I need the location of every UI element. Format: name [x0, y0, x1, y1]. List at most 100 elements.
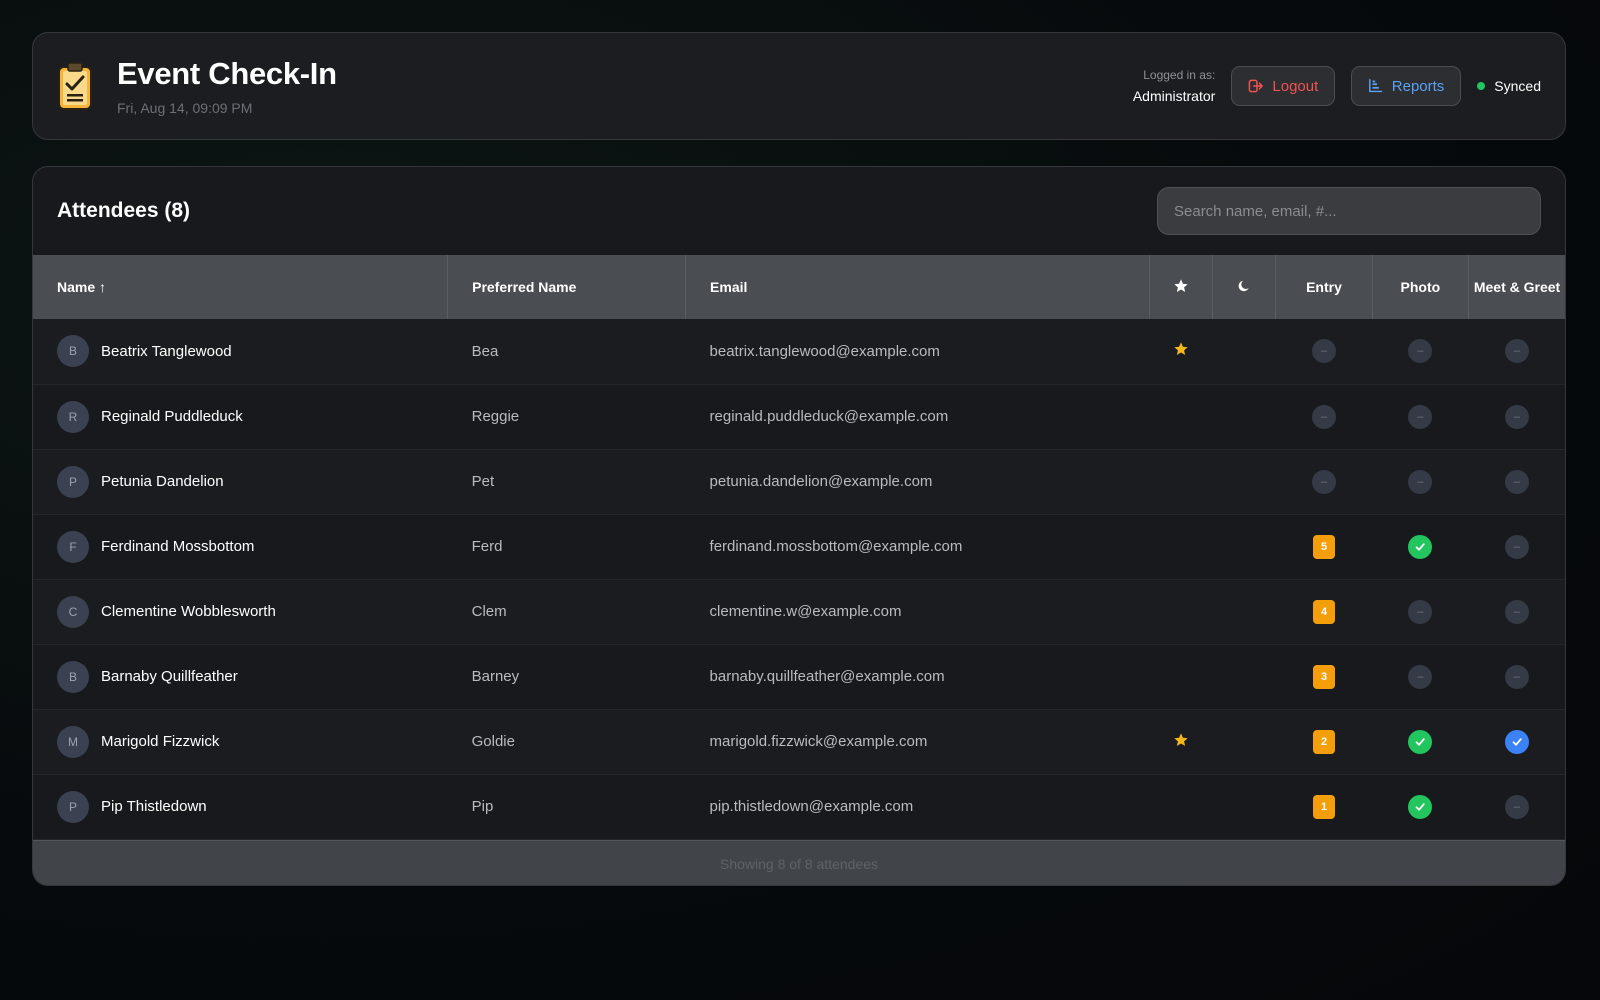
vip-cell — [1149, 514, 1212, 579]
entry-status-toggle[interactable]: – — [1312, 469, 1336, 494]
photo-checked-icon[interactable] — [1408, 794, 1433, 819]
night-cell — [1213, 709, 1276, 774]
page-title: Event Check-In — [117, 56, 337, 91]
column-header-meet-greet[interactable]: Meet & Greet — [1469, 255, 1565, 319]
column-header-email[interactable]: Email — [685, 255, 1150, 319]
name-cell: B Barnaby Quillfeather — [33, 644, 448, 709]
entry-number-badge[interactable]: 4 — [1313, 599, 1335, 624]
name-cell: C Clementine Wobblesworth — [33, 579, 448, 644]
attendees-panel: Attendees (8) Name ↑ Preferred Name Emai… — [32, 166, 1566, 886]
attendee-name[interactable]: Reginald Puddleduck — [101, 408, 243, 425]
photo-checked-icon[interactable] — [1408, 534, 1433, 559]
table-row[interactable]: P Petunia Dandelion Pet petunia.dandelion@e… — [33, 449, 1565, 514]
photo-cell: – — [1372, 319, 1468, 384]
table-row[interactable]: P Pip Thistledown Pip pip.thistledown@examp… — [33, 774, 1565, 839]
table-footer: Showing 8 of 8 attendees — [33, 839, 1565, 885]
attendee-name[interactable]: Pip Thistledown — [101, 798, 207, 815]
sync-status-label: Synced — [1494, 78, 1541, 94]
email-cell: ferdinand.mossbottom@example.com — [709, 538, 963, 555]
night-cell — [1213, 449, 1276, 514]
vip-cell — [1149, 644, 1212, 709]
column-header-name[interactable]: Name ↑ — [33, 255, 449, 319]
entry-cell: 4 — [1276, 579, 1372, 644]
meet-greet-cell: – — [1469, 579, 1565, 644]
preferred-name-cell: Reggie — [471, 408, 520, 425]
entry-number-badge[interactable]: 2 — [1313, 729, 1335, 754]
table-row[interactable]: M Marigold Fizzwick Goldie marigold.fizzwic… — [33, 709, 1565, 774]
star-icon[interactable] — [1173, 732, 1189, 752]
entry-status-toggle[interactable]: – — [1312, 404, 1336, 429]
column-header-entry[interactable]: Entry — [1275, 255, 1373, 319]
photo-status-toggle[interactable]: – — [1408, 599, 1433, 624]
clipboard-check-icon — [58, 62, 92, 110]
meet-status-toggle[interactable]: – — [1504, 534, 1529, 559]
photo-status-toggle[interactable]: – — [1408, 404, 1433, 429]
meet-status-toggle[interactable]: – — [1504, 664, 1529, 689]
attendee-name[interactable]: Barnaby Quillfeather — [101, 668, 238, 685]
email-cell: pip.thistledown@example.com — [709, 798, 914, 815]
app-header: Event Check-In Fri, Aug 14, 09:09 PM Log… — [32, 32, 1566, 140]
avatar: B — [57, 335, 89, 368]
column-header-preferred-name[interactable]: Preferred Name — [447, 255, 687, 319]
vip-cell — [1149, 709, 1212, 774]
photo-status-toggle[interactable]: – — [1408, 339, 1433, 364]
attendee-name[interactable]: Petunia Dandelion — [101, 473, 224, 490]
reports-label: Reports — [1391, 77, 1445, 95]
avatar: B — [57, 660, 89, 693]
table-row[interactable]: B Barnaby Quillfeather Barney barnaby.quill… — [33, 644, 1565, 709]
email-cell: reginald.puddleduck@example.com — [709, 408, 949, 425]
table-row[interactable]: R Reginald Puddleduck Reggie reginald.puddl… — [33, 384, 1565, 449]
meet-status-toggle[interactable]: – — [1504, 469, 1529, 494]
attendee-name[interactable]: Beatrix Tanglewood — [101, 343, 232, 360]
attendee-name[interactable]: Marigold Fizzwick — [101, 733, 219, 750]
meet-checked-icon[interactable] — [1504, 729, 1529, 754]
meet-status-toggle[interactable]: – — [1504, 404, 1529, 429]
vip-cell — [1149, 449, 1212, 514]
column-header-photo[interactable]: Photo — [1372, 255, 1470, 319]
meet-status-toggle[interactable]: – — [1504, 339, 1529, 364]
name-cell: P Pip Thistledown — [33, 774, 448, 839]
photo-status-toggle[interactable]: – — [1408, 469, 1433, 494]
attendee-name[interactable]: Clementine Wobblesworth — [101, 603, 276, 620]
photo-checked-icon[interactable] — [1408, 729, 1433, 754]
entry-number-badge[interactable]: 1 — [1313, 794, 1335, 819]
meet-greet-cell: – — [1469, 319, 1565, 384]
column-header-vip[interactable] — [1149, 255, 1214, 319]
attendees-table: Name ↑ Preferred Name Email Entry Photo … — [33, 255, 1565, 840]
night-cell — [1213, 774, 1276, 839]
photo-status-toggle[interactable]: – — [1408, 664, 1433, 689]
email-cell: clementine.w@example.com — [709, 603, 902, 620]
logout-button[interactable]: Logout — [1231, 66, 1336, 106]
attendees-toolbar: Attendees (8) — [33, 167, 1565, 255]
meet-greet-cell: – — [1469, 384, 1565, 449]
avatar: C — [57, 595, 89, 628]
star-icon[interactable] — [1173, 341, 1189, 361]
photo-cell — [1372, 709, 1468, 774]
attendee-name[interactable]: Ferdinand Mossbottom — [101, 538, 254, 555]
email-cell: beatrix.tanglewood@example.com — [709, 342, 940, 360]
sync-status: Synced — [1477, 78, 1541, 94]
entry-cell: – — [1276, 384, 1372, 449]
table-row[interactable]: F Ferdinand Mossbottom Ferd ferdinand.mossb… — [33, 514, 1565, 579]
meet-status-toggle[interactable]: – — [1504, 599, 1529, 624]
header-actions: Logged in as: Administrator Logout Repor… — [1133, 66, 1541, 106]
search-input[interactable] — [1157, 187, 1541, 235]
meet-greet-cell: – — [1469, 514, 1565, 579]
entry-number-badge[interactable]: 5 — [1313, 534, 1335, 559]
entry-number-badge[interactable]: 3 — [1313, 664, 1335, 689]
entry-cell: 2 — [1276, 709, 1372, 774]
table-row[interactable]: C Clementine Wobblesworth Clem clementine.w… — [33, 579, 1565, 644]
meet-greet-cell: – — [1469, 774, 1565, 839]
vip-cell — [1149, 319, 1212, 384]
entry-status-toggle[interactable]: – — [1312, 339, 1336, 364]
column-header-night[interactable] — [1212, 255, 1277, 319]
vip-cell — [1149, 774, 1212, 839]
sync-dot-icon — [1477, 82, 1486, 90]
reports-button[interactable]: Reports — [1351, 66, 1462, 106]
night-cell — [1213, 579, 1276, 644]
name-cell: P Petunia Dandelion — [33, 449, 448, 514]
meet-status-toggle[interactable]: – — [1504, 794, 1529, 819]
bar-chart-icon — [1369, 78, 1383, 93]
table-row[interactable]: B Beatrix Tanglewood Bea beatrix.tanglewood… — [33, 319, 1565, 384]
meet-greet-cell: – — [1469, 644, 1565, 709]
